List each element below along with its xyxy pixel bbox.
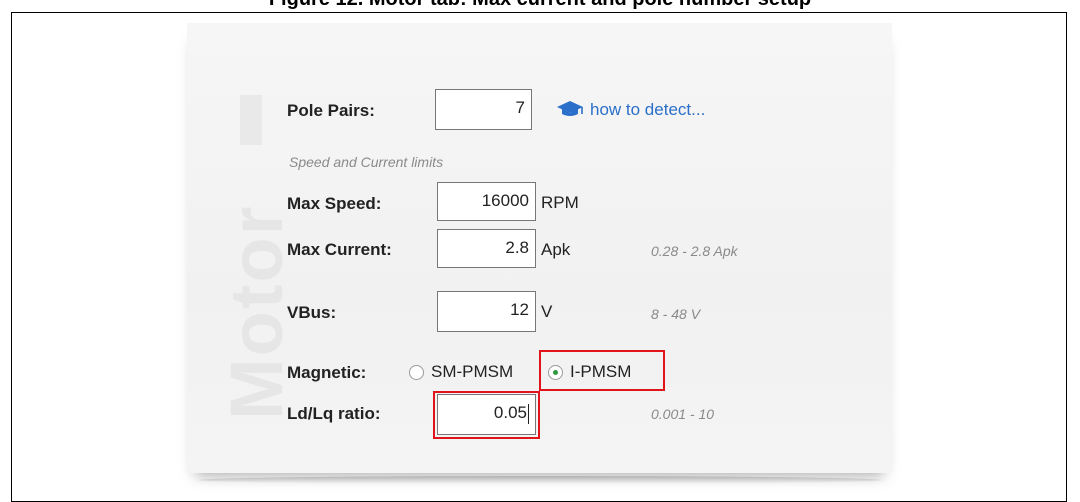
max-speed-label: Max Speed: [287, 194, 382, 213]
sm-pmsm-radio[interactable] [409, 365, 424, 380]
pole-pairs-input[interactable]: 7 [435, 89, 532, 130]
vbus-label: VBus: [287, 303, 337, 322]
max-current-unit: Apk [541, 240, 571, 259]
panel-shadow [198, 476, 882, 484]
magnetic-label: Magnetic: [287, 363, 367, 382]
figure-caption: Figure 12. Motor tab: Max current and po… [0, 0, 1080, 11]
max-current-range: 0.28 - 2.8 Apk [651, 243, 738, 259]
watermark-bar [240, 95, 262, 145]
max-speed-unit: RPM [541, 193, 579, 212]
how-to-detect-text: how to detect... [590, 100, 706, 119]
ld-lq-label: Ld/Lq ratio: [287, 404, 381, 423]
max-current-input[interactable]: 2.8 [437, 229, 536, 268]
vbus-unit: V [541, 302, 553, 321]
sm-pmsm-label[interactable]: SM-PMSM [431, 362, 513, 382]
vbus-range: 8 - 48 V [651, 306, 701, 322]
vbus-input[interactable]: 12 [437, 291, 536, 332]
max-current-label: Max Current: [287, 240, 392, 259]
how-to-detect-link[interactable]: how to detect... [556, 100, 705, 120]
graduation-cap-icon [557, 101, 583, 116]
max-speed-input[interactable]: 16000 [437, 182, 536, 221]
i-pmsm-highlight-box [539, 350, 665, 391]
pole-pairs-label: Pole Pairs: [287, 101, 375, 120]
ld-lq-range: 0.001 - 10 [651, 406, 715, 422]
ld-lq-highlight-box [433, 391, 540, 439]
limits-section-title: Speed and Current limits [289, 154, 444, 170]
